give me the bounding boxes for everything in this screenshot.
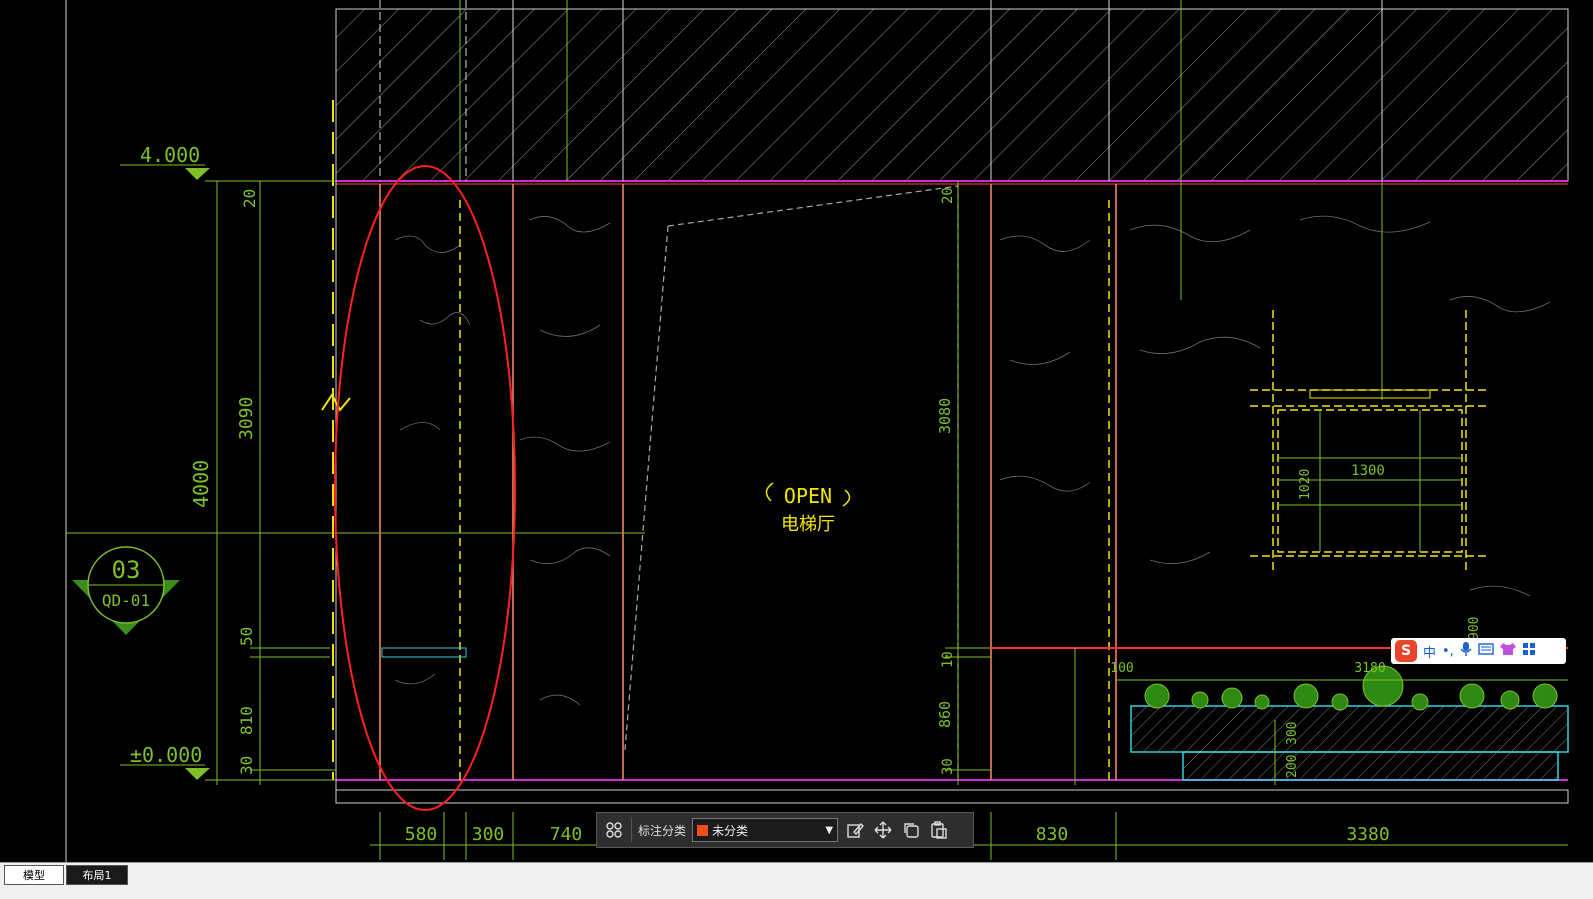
layout-tabbar: 模型 布局1 [0, 862, 1593, 899]
bottom-dim-3380: 3380 [1346, 824, 1389, 845]
category-value: 未分类 [712, 823, 749, 838]
side-dim-900: 900 [1467, 617, 1482, 640]
planter-box [1130, 705, 1569, 753]
window-height-dim: 1020 [1298, 469, 1313, 500]
ime-logo-icon[interactable]: S [1395, 640, 1417, 662]
toolbox-icon[interactable] [1522, 642, 1536, 660]
floor-slab [335, 789, 1569, 804]
section-bubble: 03 QD-01 [72, 546, 180, 635]
marble-texture [394, 215, 1551, 706]
dim-left-20: 20 [240, 189, 259, 208]
toolbar-separator [631, 818, 632, 842]
ime-toolbar[interactable]: S 中 •, [1391, 638, 1566, 664]
dim-left-4000: 4000 [189, 460, 213, 508]
bubble-code: QD-01 [102, 591, 150, 610]
dim-center-30: 30 [940, 758, 956, 775]
planter-base [1182, 751, 1559, 781]
bottom-dim-300: 300 [472, 824, 505, 845]
level-marker-top [185, 168, 210, 180]
dim-center-860: 860 [936, 701, 954, 728]
bottom-dim-580: 580 [405, 824, 438, 845]
dim-left-30: 30 [237, 756, 256, 775]
move-icon[interactable] [872, 819, 894, 841]
category-select[interactable]: 未分类 ▼ [692, 818, 839, 842]
center-dimension-lines [945, 181, 991, 785]
ime-punctuation[interactable]: •, [1442, 644, 1454, 659]
left-dimension-lines [120, 164, 336, 785]
markup-ellipse[interactable] [334, 165, 516, 811]
dim-center-3080: 3080 [936, 398, 954, 434]
grid-icon[interactable] [603, 819, 625, 841]
dim-center-10: 10 [940, 651, 956, 668]
annotation-toolbar: 标注分类 未分类 ▼ [596, 812, 974, 848]
cad-canvas[interactable]: 4.000 ±0.000 20 3090 4000 50 810 30 03 Q… [0, 0, 1593, 880]
ceiling-slab-hatch [335, 8, 1569, 182]
level-marker-bottom [185, 768, 210, 780]
elevation-drawing: 4.000 ±0.000 20 3090 4000 50 810 30 03 Q… [65, 0, 1569, 862]
bottom-dim-830: 830 [1036, 824, 1069, 845]
skin-icon[interactable] [1499, 642, 1516, 660]
dim-center-20: 20 [940, 187, 956, 204]
category-color-swatch [697, 824, 709, 836]
dim-left-810: 810 [237, 706, 256, 735]
dim-left-3090: 3090 [236, 397, 257, 440]
copy-icon[interactable] [900, 819, 922, 841]
door-open-text: OPEN [784, 484, 832, 508]
tab-model[interactable]: 模型 [4, 865, 64, 885]
bubble-number: 03 [112, 556, 141, 584]
category-label: 标注分类 [638, 823, 687, 838]
door-room-text: 电梯厅 [781, 514, 835, 535]
planter-shrubs [1144, 665, 1558, 711]
bottom-dim-740: 740 [550, 824, 583, 845]
handle-detail [381, 647, 467, 658]
level-text-bottom: ±0.000 [130, 743, 202, 767]
dim-left-50: 50 [237, 627, 256, 646]
window-frame [1250, 310, 1490, 570]
paste-icon[interactable] [928, 819, 950, 841]
edit-icon[interactable] [844, 819, 866, 841]
chevron-down-icon: ▼ [825, 824, 834, 836]
window-width-dim: 1300 [1351, 463, 1385, 479]
ime-mode[interactable]: 中 [1423, 642, 1436, 661]
window-header [1309, 389, 1431, 399]
panel-lines [379, 184, 1117, 780]
keyboard-icon[interactable] [1478, 643, 1494, 659]
door-swing-outline [624, 185, 959, 780]
level-text-top: 4.000 [140, 143, 200, 167]
planter-dim-3180: 3180 [1354, 661, 1385, 676]
microphone-icon[interactable] [1460, 641, 1472, 661]
planter-dim-200: 200 [1285, 755, 1300, 778]
planter-dim-300: 300 [1285, 722, 1300, 745]
tab-layout1[interactable]: 布局1 [66, 865, 128, 885]
planter-dim-100: 100 [1110, 661, 1133, 676]
